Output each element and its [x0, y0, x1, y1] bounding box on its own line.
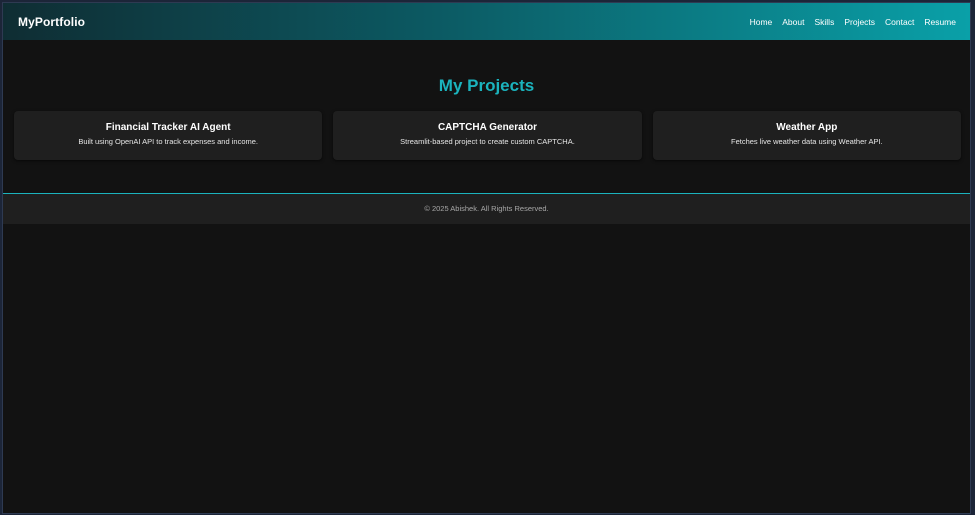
footer: © 2025 Abishek. All Rights Reserved. — [3, 193, 970, 224]
projects-title: My Projects — [438, 76, 535, 95]
project-card-title: Financial Tracker AI Agent — [105, 122, 231, 133]
navbar: MyPortfolio Home About Skills Projects C… — [3, 3, 970, 40]
nav-links: Home About Skills Projects Contact Resum… — [750, 17, 956, 27]
project-cards: Financial Tracker AI Agent Built using O… — [14, 111, 961, 160]
project-card-captcha-generator[interactable]: CAPTCHA Generator Streamlit-based projec… — [333, 111, 642, 160]
nav-link-home[interactable]: Home — [750, 17, 773, 27]
footer-copyright: © 2025 Abishek. All Rights Reserved. — [424, 204, 549, 213]
nav-link-skills[interactable]: Skills — [814, 17, 834, 27]
project-card-financial-tracker[interactable]: Financial Tracker AI Agent Built using O… — [14, 111, 323, 160]
brand-logo[interactable]: MyPortfolio — [18, 15, 85, 29]
project-card-title: CAPTCHA Generator — [437, 122, 538, 133]
nav-link-contact[interactable]: Contact — [885, 17, 914, 27]
nav-link-about[interactable]: About — [782, 17, 804, 27]
project-card-title: Weather App — [776, 122, 838, 133]
project-card-description: Fetches live weather data using Weather … — [731, 137, 883, 146]
nav-link-resume[interactable]: Resume — [924, 17, 956, 27]
project-card-description: Streamlit-based project to create custom… — [400, 137, 575, 146]
nav-link-projects[interactable]: Projects — [844, 17, 875, 27]
project-card-weather-app[interactable]: Weather App Fetches live weather data us… — [652, 111, 961, 160]
project-card-description: Built using OpenAI API to track expenses… — [78, 137, 258, 146]
browser-viewport: MyPortfolio Home About Skills Projects C… — [3, 3, 970, 513]
